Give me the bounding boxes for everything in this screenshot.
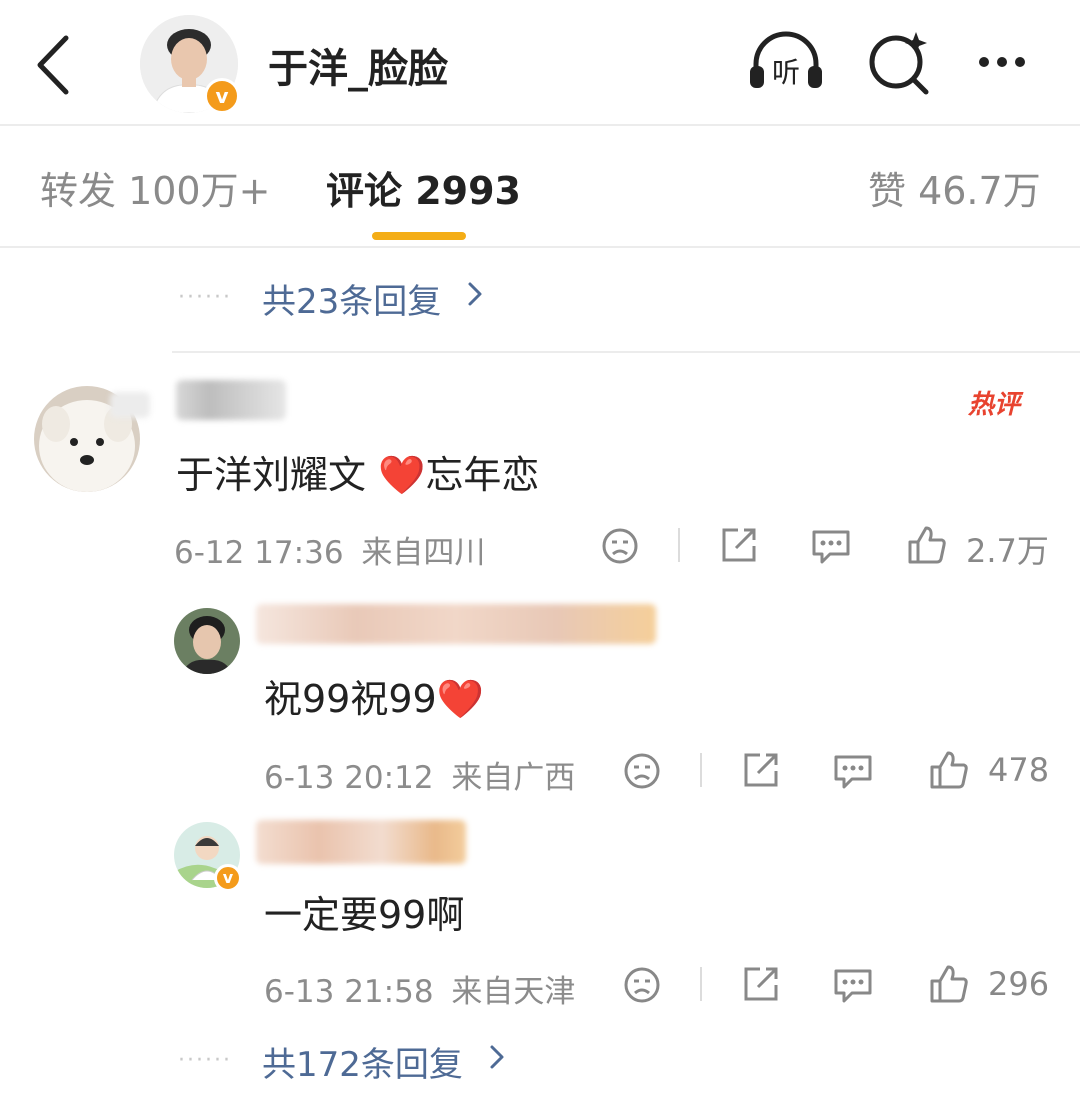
like-count: 296: [988, 965, 1050, 1003]
comment-bubble-icon: [834, 969, 872, 1003]
dislike-button[interactable]: [600, 526, 640, 566]
reply-meta: 6-13 20:12 来自广西: [264, 752, 575, 797]
active-tab-indicator: [372, 232, 466, 240]
reply-button[interactable]: [832, 965, 874, 1005]
thumbs-up-icon: [930, 751, 968, 789]
hot-comment-badge: 热评: [968, 390, 1021, 420]
reply-text: 一定要99啊: [264, 893, 465, 937]
view-more-replies-link[interactable]: 共23条回复: [262, 274, 441, 323]
reply-button[interactable]: [832, 751, 874, 791]
header-divider: [0, 124, 1080, 126]
share-button[interactable]: [740, 749, 782, 791]
tabs-divider: [0, 246, 1080, 248]
search-icon: [869, 32, 929, 95]
comment-bubble-icon: [834, 755, 872, 789]
like-count: 2.7万: [966, 532, 1049, 570]
more-icon: [979, 57, 1025, 67]
back-button[interactable]: [30, 30, 80, 100]
reply-thread-dots: ······: [178, 1048, 232, 1073]
reply-location: 来自广西: [451, 760, 576, 796]
tab-likes[interactable]: 赞 46.7万: [868, 160, 1041, 215]
like-count: 478: [988, 751, 1050, 789]
thumbs-up-icon: [908, 526, 946, 564]
reply-name-blurred[interactable]: [256, 604, 656, 644]
reply-avatar[interactable]: [174, 608, 240, 674]
headphones-icon: 听: [750, 31, 822, 89]
back-arrow-icon: [37, 35, 69, 95]
reply-name-blurred[interactable]: [256, 820, 466, 864]
sad-face-icon: [624, 967, 660, 1003]
action-separator: [700, 753, 702, 787]
commenter-name-blur-edge: [110, 392, 150, 418]
comment-text-tail: 忘年恋: [425, 453, 540, 497]
reply-avatar-image: [174, 608, 240, 674]
dislike-button[interactable]: [622, 965, 662, 1005]
like-button[interactable]: [906, 524, 948, 566]
verified-badge-icon: v: [214, 864, 242, 892]
reply-meta: 6-13 21:58 来自天津: [264, 966, 575, 1011]
share-icon: [744, 967, 778, 1001]
more-button[interactable]: [970, 22, 1050, 102]
sad-face-icon: [602, 528, 638, 564]
comment-text: 于洋刘耀文 ❤️忘年恋: [176, 444, 539, 499]
action-separator: [700, 967, 702, 1001]
comment-text-main: 于洋刘耀文: [176, 453, 379, 497]
reply-text: 祝99祝99❤️: [264, 668, 484, 723]
view-more-replies-link[interactable]: 共172条回复: [262, 1037, 463, 1086]
share-icon: [744, 753, 778, 787]
reply-button[interactable]: [810, 526, 852, 566]
comment-time: 6-12 17:36: [174, 535, 344, 571]
author-name[interactable]: 于洋_脸脸: [268, 36, 448, 94]
thumbs-up-icon: [930, 965, 968, 1003]
dislike-button[interactable]: [622, 751, 662, 791]
chevron-right-icon: [488, 1037, 508, 1077]
chevron-right-icon: [466, 274, 486, 314]
reply-location: 来自天津: [451, 974, 576, 1010]
like-button[interactable]: [928, 963, 970, 1005]
share-icon: [722, 528, 756, 562]
listen-button[interactable]: 听: [746, 22, 826, 102]
reply-text-main: 祝99祝99: [264, 677, 437, 721]
reply-thread-dots: ······: [178, 285, 232, 310]
commenter-name-blurred[interactable]: [176, 380, 286, 420]
verified-badge-icon: v: [204, 78, 240, 114]
tab-comments[interactable]: 评论 2993: [326, 160, 521, 215]
listen-label: 听: [772, 56, 800, 89]
comment-divider: [172, 351, 1080, 353]
action-separator: [678, 528, 680, 562]
share-button[interactable]: [740, 963, 782, 1005]
comment-location: 来自四川: [361, 535, 486, 571]
like-button[interactable]: [928, 749, 970, 791]
comment-bubble-icon: [812, 530, 850, 564]
heart-emoji-icon: ❤️: [378, 453, 426, 497]
reply-time: 6-13 21:58: [264, 974, 434, 1010]
search-button[interactable]: [860, 22, 940, 102]
heart-emoji-icon: ❤️: [436, 677, 485, 721]
sad-face-icon: [624, 753, 660, 789]
reply-time: 6-13 20:12: [264, 760, 434, 796]
tab-repost[interactable]: 转发 100万+: [40, 160, 270, 215]
share-button[interactable]: [718, 524, 760, 566]
comment-meta: 6-12 17:36 来自四川: [174, 527, 485, 572]
